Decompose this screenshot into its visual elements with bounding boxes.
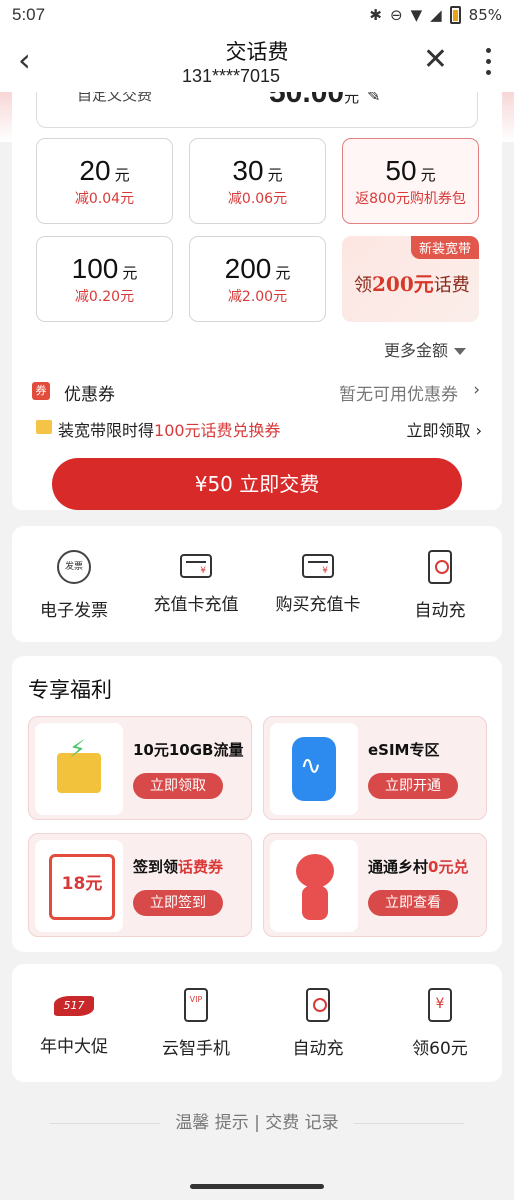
battery-icon: [449, 6, 461, 24]
signal-icon: ◢: [430, 6, 442, 24]
pay-now-button[interactable]: ¥50 立即交费: [52, 458, 462, 510]
smartwatch-icon: [270, 723, 358, 815]
benefits-title: 专享福利: [28, 678, 112, 702]
more-amount-toggle[interactable]: 更多金额: [384, 337, 467, 361]
more-options-icon[interactable]: [486, 48, 492, 75]
view-button[interactable]: 立即查看: [368, 890, 458, 916]
benefit-name: 通通乡村0元兑: [368, 858, 469, 876]
claim-button[interactable]: 立即领取: [133, 773, 223, 799]
caret-down-icon: [454, 348, 467, 355]
bluetooth-icon: ✱: [369, 6, 382, 24]
activate-button[interactable]: 立即开通: [368, 773, 458, 799]
coupon-value: 暂无可用优惠券: [339, 385, 458, 405]
benefit-checkin[interactable]: 签到领话费券 立即签到: [28, 833, 252, 937]
benefit-esim[interactable]: eSIM专区 立即开通: [263, 716, 487, 820]
checkin-button[interactable]: 立即签到: [133, 890, 223, 916]
divider: [354, 1122, 465, 1124]
benefit-name: 签到领话费券: [133, 858, 224, 876]
close-icon[interactable]: ✕: [423, 44, 448, 76]
promo-tag: 新装宽带: [410, 236, 479, 259]
amount-option-50[interactable]: 50 元 返800元购机券包: [342, 138, 479, 224]
amount-option-200[interactable]: 200 元 减2.00元: [189, 236, 326, 322]
wifi-icon: ▼: [410, 6, 423, 24]
shortcut-get-60[interactable]: ¥ 领60元: [380, 988, 500, 1059]
broadband-promo-tile[interactable]: 新装宽带 领200元话费: [342, 236, 479, 322]
quick-action-auto-recharge[interactable]: 自动充: [380, 550, 500, 621]
gift-box-icon: [35, 723, 123, 815]
coupon-folder-icon: [36, 420, 52, 434]
quick-action-card-recharge[interactable]: 充值卡充值: [136, 550, 256, 615]
phone-number: 131****7015: [181, 66, 281, 86]
divider: [49, 1122, 160, 1124]
coupon-icon: 券: [32, 382, 50, 400]
shortcut-smart-phone[interactable]: VIP 云智手机: [136, 988, 256, 1059]
shortcut-midyear-sale[interactable]: 517 年中大促: [14, 988, 134, 1057]
footer-separator: |: [254, 1113, 266, 1133]
quick-action-einvoice[interactable]: 发票 电子发票: [14, 550, 134, 621]
home-indicator[interactable]: [190, 1184, 324, 1189]
benefit-name: 10元10GB流量: [133, 741, 244, 759]
amount-option-100[interactable]: 100 元 减0.20元: [36, 236, 173, 322]
coupon-label: 优惠券: [64, 385, 115, 405]
footer-links: 温馨 提示 | 交费 记录: [0, 1108, 514, 1133]
claim-now-link[interactable]: 立即领取 ›: [407, 417, 483, 441]
status-bar: 5:07 ✱ ⊖ ▼ ◢ 85%: [0, 0, 514, 30]
auto-recharge-icon: [428, 550, 452, 584]
title-bar: ‹ 交话费 131****7015 ✕: [0, 30, 514, 92]
buy-card-icon: [302, 554, 334, 578]
benefit-data-plan[interactable]: 10元10GB流量 立即领取: [28, 716, 252, 820]
amount-discount: 减2.00元: [227, 289, 288, 305]
vip-phone-icon: VIP: [184, 988, 208, 1022]
quick-actions: 发票 电子发票 充值卡充值 购买充值卡 自动充: [12, 526, 502, 642]
tips-link[interactable]: 温馨 提示: [175, 1113, 248, 1133]
sale-517-icon: 517: [54, 996, 94, 1016]
quick-action-buy-card[interactable]: 购买充值卡: [258, 550, 378, 615]
yen-phone-icon: ¥: [428, 988, 452, 1022]
promo-text: 领200元话费: [354, 272, 470, 296]
amount-discount: 减0.20元: [74, 289, 135, 305]
recharge-card-icon: [180, 554, 212, 578]
chevron-right-icon: ›: [473, 380, 480, 400]
amount-option-30[interactable]: 30 元 减0.06元: [189, 138, 326, 224]
broadband-offer-row[interactable]: 装宽带限时得100元话费兑换券 立即领取 ›: [36, 417, 483, 441]
bottom-shortcuts: 517 年中大促 VIP 云智手机 自动充 ¥ 领60元: [12, 964, 502, 1082]
amount-discount: 减0.04元: [74, 191, 135, 207]
amount-discount: 返800元购机券包: [355, 191, 466, 207]
coupon-row[interactable]: 券 优惠券 暂无可用优惠券 ›: [32, 380, 480, 405]
shortcut-auto-recharge[interactable]: 自动充: [258, 988, 378, 1059]
mascot-icon: [270, 840, 358, 932]
benefit-name: eSIM专区: [368, 741, 440, 759]
amount-option-20[interactable]: 20 元 减0.04元: [36, 138, 173, 224]
auto-recharge-icon: [306, 988, 330, 1022]
dnd-icon: ⊖: [389, 6, 403, 24]
amount-discount: 减0.06元: [227, 191, 288, 207]
benefit-rural[interactable]: 通通乡村0元兑 立即查看: [263, 833, 487, 937]
invoice-icon: 发票: [57, 550, 91, 584]
broadband-offer-text: 装宽带限时得100元话费兑换券: [58, 421, 281, 440]
exclusive-benefits: 专享福利 10元10GB流量 立即领取 eSIM专区 立即开通 签到领话费券 立…: [12, 656, 502, 952]
status-icons: ✱ ⊖ ▼ ◢ 85%: [369, 6, 502, 24]
battery-percent: 85%: [468, 6, 502, 24]
records-link[interactable]: 交费 记录: [265, 1113, 338, 1133]
coupon-18-icon: [35, 840, 123, 932]
status-time: 5:07: [12, 5, 46, 24]
